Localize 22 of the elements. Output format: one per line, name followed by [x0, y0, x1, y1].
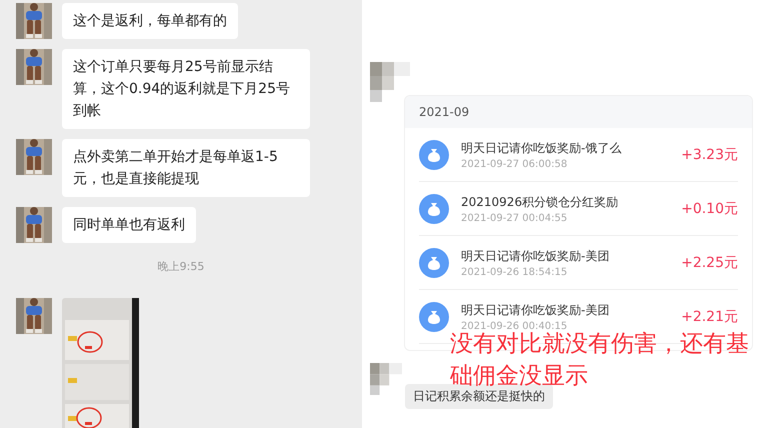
record-time: 2021-09-26 18:54:15: [461, 266, 568, 278]
money-bag-icon: [419, 194, 449, 224]
amount: +2.21元: [681, 308, 738, 326]
amount: +2.25元: [681, 254, 738, 272]
month-header: 2021-09: [405, 96, 752, 128]
message-bubble: 这个是返利，每单都有的: [62, 3, 238, 39]
amount: +0.10元: [681, 200, 738, 218]
message-bubble: 点外卖第二单开始才是每单返1-5元，也是直接能提现: [62, 139, 310, 197]
record-time: 2021-09-27 06:00:58: [461, 158, 568, 170]
record-title: 20210926积分锁仓分红奖励: [461, 194, 620, 210]
amount: +3.23元: [681, 146, 738, 164]
record-title: 明天日记请你吃饭奖励-美团: [461, 302, 610, 318]
record-time: 2021-09-26 00:40:15: [461, 320, 568, 332]
money-bag-icon: [419, 248, 449, 278]
record-title: 明天日记请你吃饭奖励-饿了么: [461, 140, 622, 156]
timestamp: 晚上9:55: [158, 259, 204, 275]
record-title: 明天日记请你吃饭奖励-美团: [461, 248, 610, 264]
message-bubble: 这个订单只要每月25号前显示结算，这个0.94的返利就是下月25号到帐: [62, 49, 310, 129]
money-bag-icon: [419, 302, 449, 332]
message-bubble: 同时单单也有返利: [62, 207, 196, 243]
record-time: 2021-09-27 00:04:55: [461, 212, 568, 224]
money-bag-icon: [419, 140, 449, 170]
